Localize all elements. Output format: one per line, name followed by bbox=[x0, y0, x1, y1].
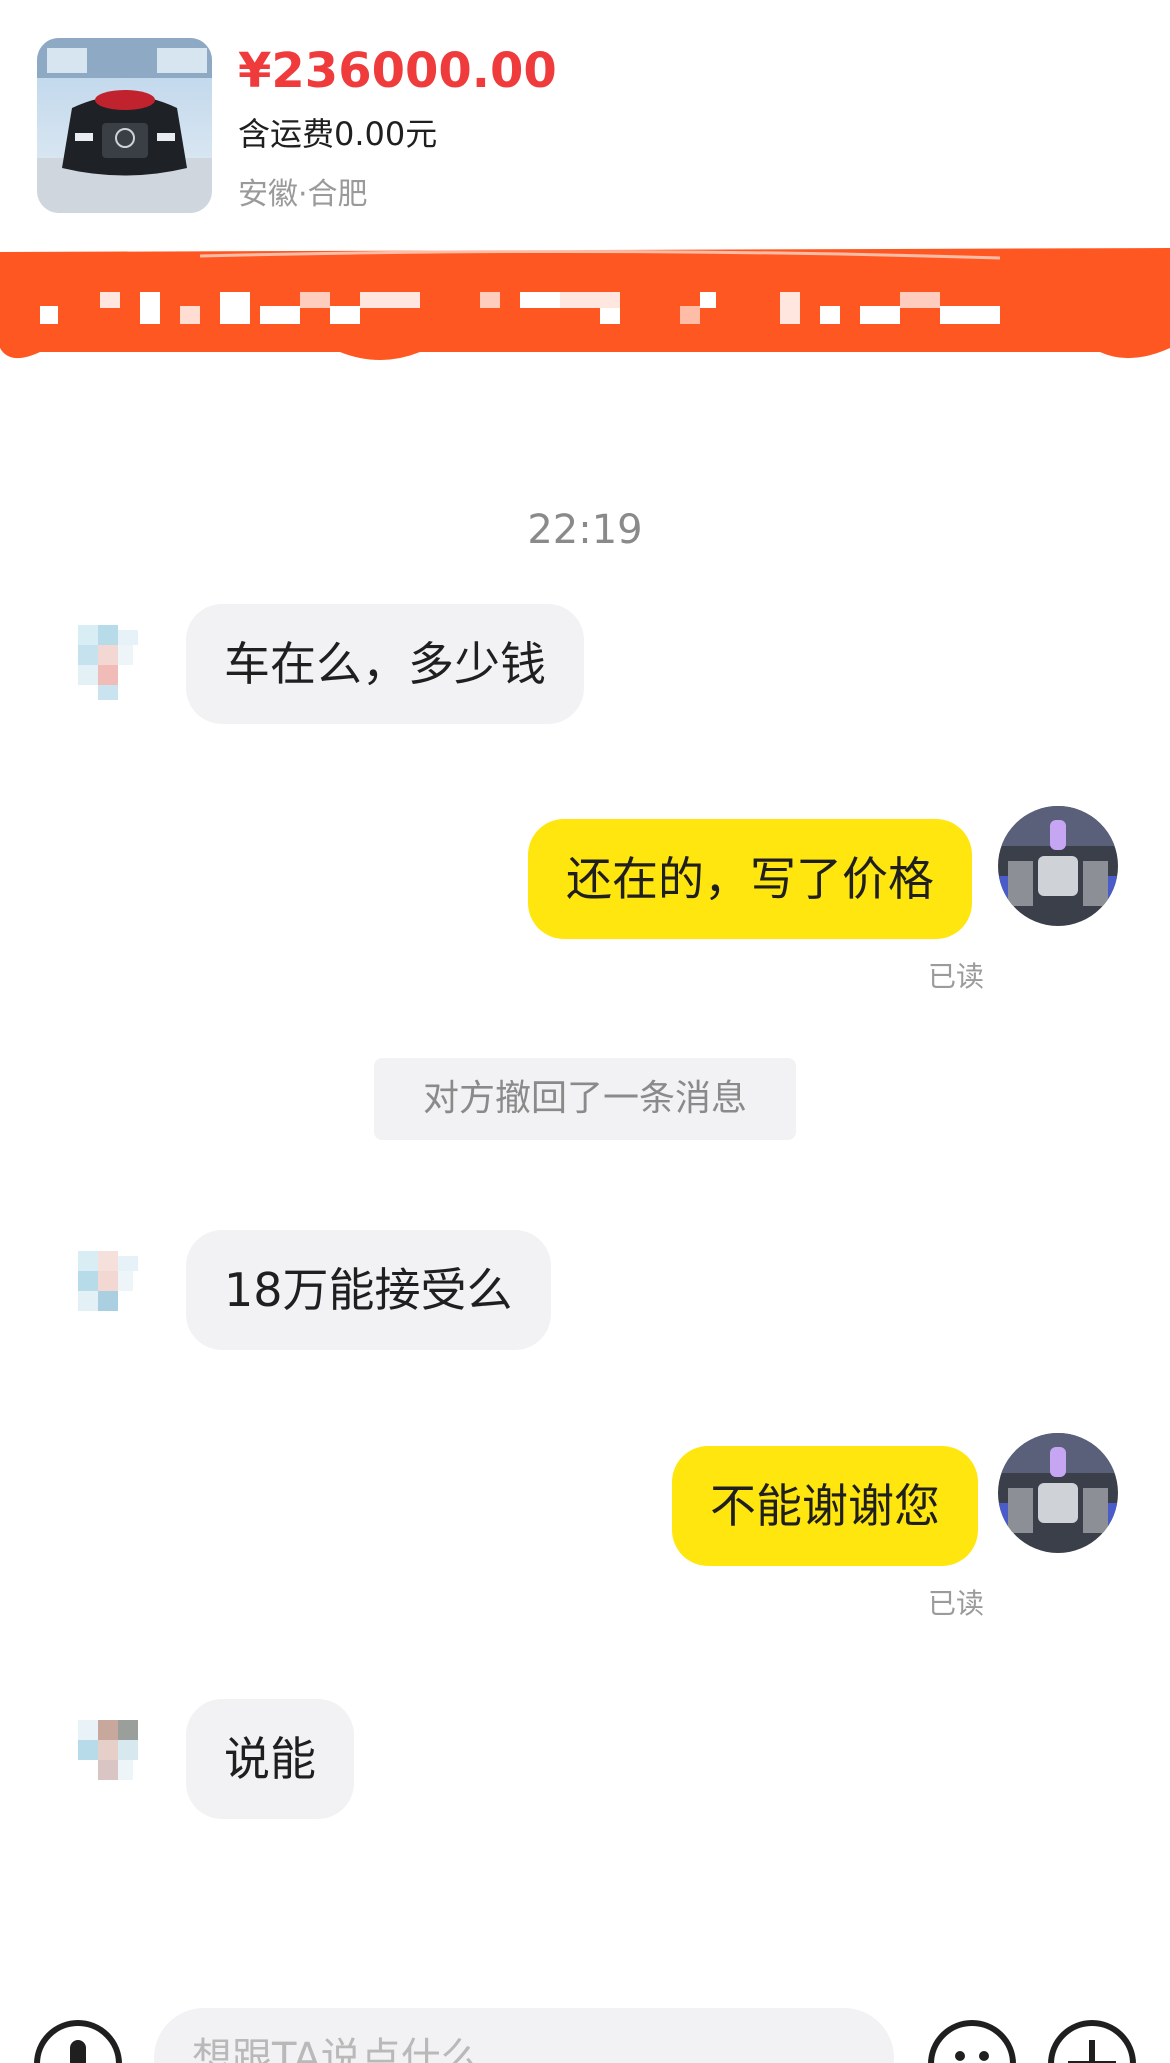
read-receipt: 已读 bbox=[927, 1587, 984, 1620]
message-bubble-incoming[interactable]: 说能 bbox=[186, 1699, 354, 1819]
voice-button[interactable] bbox=[34, 2020, 122, 2063]
message-bubble-incoming[interactable]: 车在么，多少钱 bbox=[186, 604, 584, 724]
emoji-button[interactable] bbox=[928, 2020, 1016, 2063]
pixelated-avatar-icon bbox=[48, 1695, 168, 1815]
product-thumbnail[interactable] bbox=[37, 38, 212, 213]
product-location: 安徽·合肥 bbox=[238, 177, 368, 212]
product-price: ¥236000.00 bbox=[238, 43, 557, 99]
pixelated-avatar-icon bbox=[48, 600, 168, 720]
emoji-icon bbox=[955, 2051, 989, 2061]
read-receipt: 已读 bbox=[927, 960, 984, 993]
chat-timestamp: 22:19 bbox=[527, 507, 643, 553]
redaction-banner bbox=[0, 248, 1170, 360]
shipping-fee: 含运费0.00元 bbox=[238, 115, 438, 153]
my-avatar[interactable] bbox=[998, 806, 1118, 926]
message-bubble-incoming[interactable]: 18万能接受么 bbox=[186, 1230, 551, 1350]
message-input[interactable] bbox=[154, 2008, 894, 2063]
plus-icon bbox=[1068, 2040, 1116, 2063]
car-interior-avatar-icon bbox=[998, 1433, 1118, 1553]
car-photo-icon bbox=[37, 38, 212, 213]
recall-notice: 对方撤回了一条消息 bbox=[374, 1058, 796, 1140]
message-bubble-outgoing[interactable]: 不能谢谢您 bbox=[672, 1446, 978, 1566]
pixelated-avatar-icon bbox=[48, 1226, 168, 1346]
buyer-avatar[interactable] bbox=[48, 1226, 168, 1346]
buyer-avatar[interactable] bbox=[48, 1695, 168, 1815]
voice-icon bbox=[70, 2040, 86, 2063]
product-card[interactable]: ¥236000.00 含运费0.00元 安徽·合肥 bbox=[0, 0, 1170, 250]
my-avatar[interactable] bbox=[998, 1433, 1118, 1553]
buyer-avatar[interactable] bbox=[48, 600, 168, 720]
car-interior-avatar-icon bbox=[998, 806, 1118, 926]
plus-button[interactable] bbox=[1048, 2020, 1136, 2063]
message-bubble-outgoing[interactable]: 还在的，写了价格 bbox=[528, 819, 972, 939]
